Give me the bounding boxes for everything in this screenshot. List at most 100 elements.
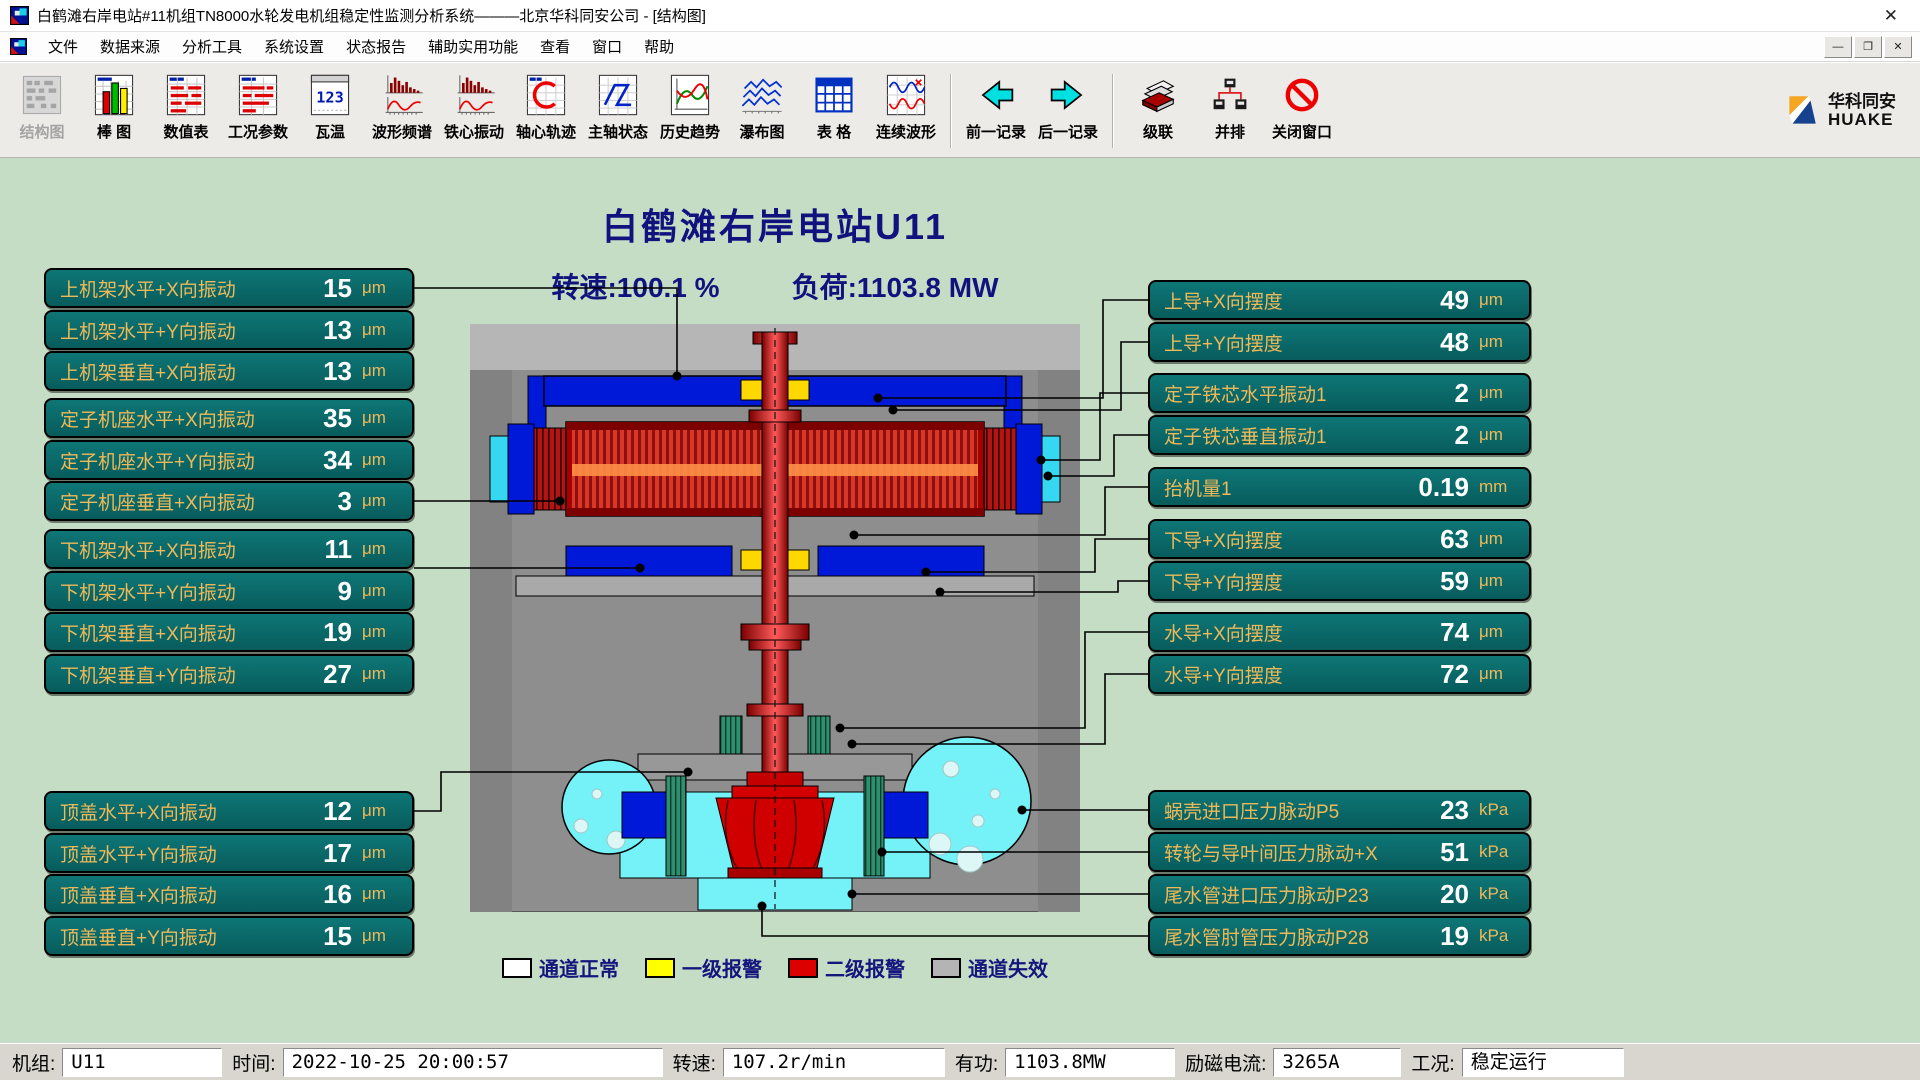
measurement-value: 51 bbox=[1395, 837, 1469, 868]
measurement-value: 9 bbox=[278, 576, 352, 607]
toolbar-button-waterfall[interactable]: 瀑布图 bbox=[726, 68, 798, 154]
toolbar-label-table: 表 格 bbox=[817, 121, 851, 142]
menu-item-5[interactable]: 状态报告 bbox=[335, 33, 417, 60]
toolbar-button-corevib[interactable]: 铁心振动 bbox=[438, 68, 510, 154]
measurement-value: 17 bbox=[278, 838, 352, 869]
measurement-box-right-4-0[interactable]: 水导+X向摆度74μm bbox=[1148, 612, 1531, 652]
legend-label: 一级报警 bbox=[682, 953, 762, 982]
toolbar-button-trend[interactable]: 历史趋势 bbox=[654, 68, 726, 154]
measurement-label: 顶盖水平+X向振动 bbox=[60, 798, 278, 825]
menu-item-9[interactable]: 帮助 bbox=[633, 33, 685, 60]
measurement-box-left-2-1[interactable]: 下机架水平+Y向振动9μm bbox=[44, 571, 414, 611]
menu-item-8[interactable]: 窗口 bbox=[581, 33, 633, 60]
toolbar-button-numtable[interactable]: 数值表 bbox=[150, 68, 222, 154]
measurement-value: 63 bbox=[1395, 524, 1469, 555]
toolbar-button-prev[interactable]: 前一记录 bbox=[960, 68, 1032, 154]
measurement-box-left-2-3[interactable]: 下机架垂直+Y向振动27μm bbox=[44, 654, 414, 694]
statusbar-label-4: 励磁电流: bbox=[1177, 1049, 1271, 1076]
toolbar-label-tile: 并排 bbox=[1215, 121, 1245, 142]
measurement-label: 下导+Y向摆度 bbox=[1164, 568, 1395, 595]
measurement-box-right-0-0[interactable]: 上导+X向摆度49μm bbox=[1148, 280, 1531, 320]
measurement-unit: μm bbox=[352, 320, 404, 340]
menu-item-4[interactable]: 系统设置 bbox=[253, 33, 335, 60]
measurement-unit: μm bbox=[352, 491, 404, 511]
measurement-box-left-0-1[interactable]: 上机架水平+Y向振动13μm bbox=[44, 310, 414, 350]
unit-cross-section-diagram bbox=[470, 324, 1080, 912]
menu-item-6[interactable]: 辅助实用功能 bbox=[417, 33, 529, 60]
menu-item-2[interactable]: 数据来源 bbox=[89, 33, 171, 60]
measurement-unit: kPa bbox=[1469, 884, 1521, 904]
toolbar-button-bar[interactable]: 棒 图 bbox=[78, 68, 150, 154]
measurement-label: 蜗壳进口压力脉动P5 bbox=[1164, 797, 1395, 824]
measurement-label: 下导+X向摆度 bbox=[1164, 526, 1395, 553]
measurement-box-right-3-1[interactable]: 下导+Y向摆度59μm bbox=[1148, 561, 1531, 601]
toolbar-button-shaftstate[interactable]: 主轴状态 bbox=[582, 68, 654, 154]
measurement-box-left-3-0[interactable]: 顶盖水平+X向振动12μm bbox=[44, 791, 414, 831]
measurement-box-left-0-0[interactable]: 上机架水平+X向振动15μm bbox=[44, 268, 414, 308]
brand-name-cn: 华科同安 bbox=[1828, 93, 1896, 111]
toolbar-button-tile[interactable]: 并排 bbox=[1194, 68, 1266, 154]
title-close-icon[interactable]: ✕ bbox=[1872, 4, 1910, 28]
measurement-box-right-1-0[interactable]: 定子铁芯水平振动12μm bbox=[1148, 373, 1531, 413]
measurement-box-right-5-0[interactable]: 蜗壳进口压力脉动P523kPa bbox=[1148, 790, 1531, 830]
toolbar-button-temp[interactable]: 瓦温 bbox=[294, 68, 366, 154]
measurement-box-left-0-2[interactable]: 上机架垂直+X向振动13μm bbox=[44, 351, 414, 391]
measurement-label: 顶盖垂直+Y向振动 bbox=[60, 923, 278, 950]
measurement-value: 23 bbox=[1395, 795, 1469, 826]
measurement-label: 上导+X向摆度 bbox=[1164, 287, 1395, 314]
menu-item-1[interactable]: 文件 bbox=[37, 33, 89, 60]
menu-item-3[interactable]: 分析工具 bbox=[171, 33, 253, 60]
measurement-unit: kPa bbox=[1469, 842, 1521, 862]
toolbar-button-table[interactable]: 表 格 bbox=[798, 68, 870, 154]
statusbar-value-0: U11 bbox=[62, 1048, 222, 1077]
toolbar-button-cascade[interactable]: 级联 bbox=[1122, 68, 1194, 154]
measurement-box-left-3-1[interactable]: 顶盖水平+Y向振动17μm bbox=[44, 833, 414, 873]
measurement-value: 16 bbox=[278, 879, 352, 910]
orbit-icon bbox=[522, 73, 570, 117]
legend-swatch bbox=[931, 958, 961, 978]
measurement-value: 13 bbox=[278, 356, 352, 387]
measurement-box-right-4-1[interactable]: 水导+Y向摆度72μm bbox=[1148, 654, 1531, 694]
measurement-box-right-2-0[interactable]: 抬机量10.19mm bbox=[1148, 467, 1531, 507]
temp-icon bbox=[306, 73, 354, 117]
statusbar-label-0: 机组: bbox=[4, 1049, 60, 1076]
toolbar-button-closewin[interactable]: 关闭窗口 bbox=[1266, 68, 1338, 154]
measurement-box-right-3-0[interactable]: 下导+X向摆度63μm bbox=[1148, 519, 1531, 559]
measurement-box-left-1-1[interactable]: 定子机座水平+Y向振动34μm bbox=[44, 440, 414, 480]
measurement-box-right-1-1[interactable]: 定子铁芯垂直振动12μm bbox=[1148, 415, 1531, 455]
toolbar-button-cond[interactable]: 工况参数 bbox=[222, 68, 294, 154]
waveform-icon bbox=[882, 73, 930, 117]
close-button[interactable]: ✕ bbox=[1884, 36, 1912, 58]
toolbar-button-waveform[interactable]: 连续波形 bbox=[870, 68, 942, 154]
legend-item-1: 一级报警 bbox=[645, 953, 762, 982]
measurement-box-left-2-0[interactable]: 下机架水平+X向振动11μm bbox=[44, 529, 414, 569]
measurement-value: 0.19 bbox=[1395, 472, 1469, 503]
measurement-label: 下机架垂直+Y向振动 bbox=[60, 661, 278, 688]
toolbar-button-spectrum[interactable]: 波形频谱 bbox=[366, 68, 438, 154]
restore-button[interactable]: ❐ bbox=[1854, 36, 1882, 58]
measurement-box-right-5-1[interactable]: 转轮与导叶间压力脉动+X51kPa bbox=[1148, 832, 1531, 872]
toolbar-button-next[interactable]: 后一记录 bbox=[1032, 68, 1104, 154]
measurement-box-right-5-3[interactable]: 尾水管肘管压力脉动P2819kPa bbox=[1148, 916, 1531, 956]
measurement-box-left-3-3[interactable]: 顶盖垂直+Y向振动15μm bbox=[44, 916, 414, 956]
toolbar-buttons: 结构图棒 图数值表工况参数瓦温波形频谱铁心振动轴心轨迹主轴状态历史趋势瀑布图表 … bbox=[6, 68, 1338, 154]
measurement-box-left-1-0[interactable]: 定子机座水平+X向振动35μm bbox=[44, 398, 414, 438]
menu-item-7[interactable]: 查看 bbox=[529, 33, 581, 60]
corevib-icon bbox=[450, 73, 498, 117]
measurement-box-right-5-2[interactable]: 尾水管进口压力脉动P2320kPa bbox=[1148, 874, 1531, 914]
measurement-value: 74 bbox=[1395, 617, 1469, 648]
status-legend: 通道正常一级报警二级报警通道失效 bbox=[470, 953, 1080, 982]
huake-logo-icon bbox=[1783, 92, 1821, 130]
statusbar-label-2: 转速: bbox=[665, 1049, 721, 1076]
measurement-label: 上导+Y向摆度 bbox=[1164, 329, 1395, 356]
measurement-box-right-0-1[interactable]: 上导+Y向摆度48μm bbox=[1148, 322, 1531, 362]
measurement-label: 上机架垂直+X向振动 bbox=[60, 358, 278, 385]
toolbar-button-orbit[interactable]: 轴心轨迹 bbox=[510, 68, 582, 154]
toolbar-label-cascade: 级联 bbox=[1143, 121, 1173, 142]
measurement-box-left-2-2[interactable]: 下机架垂直+X向振动19μm bbox=[44, 612, 414, 652]
minimize-button[interactable]: — bbox=[1824, 36, 1852, 58]
measurement-box-left-3-2[interactable]: 顶盖垂直+X向振动16μm bbox=[44, 874, 414, 914]
measurement-box-left-1-2[interactable]: 定子机座垂直+X向振动3μm bbox=[44, 481, 414, 521]
toolbar-separator bbox=[1112, 74, 1114, 148]
measurement-value: 59 bbox=[1395, 566, 1469, 597]
